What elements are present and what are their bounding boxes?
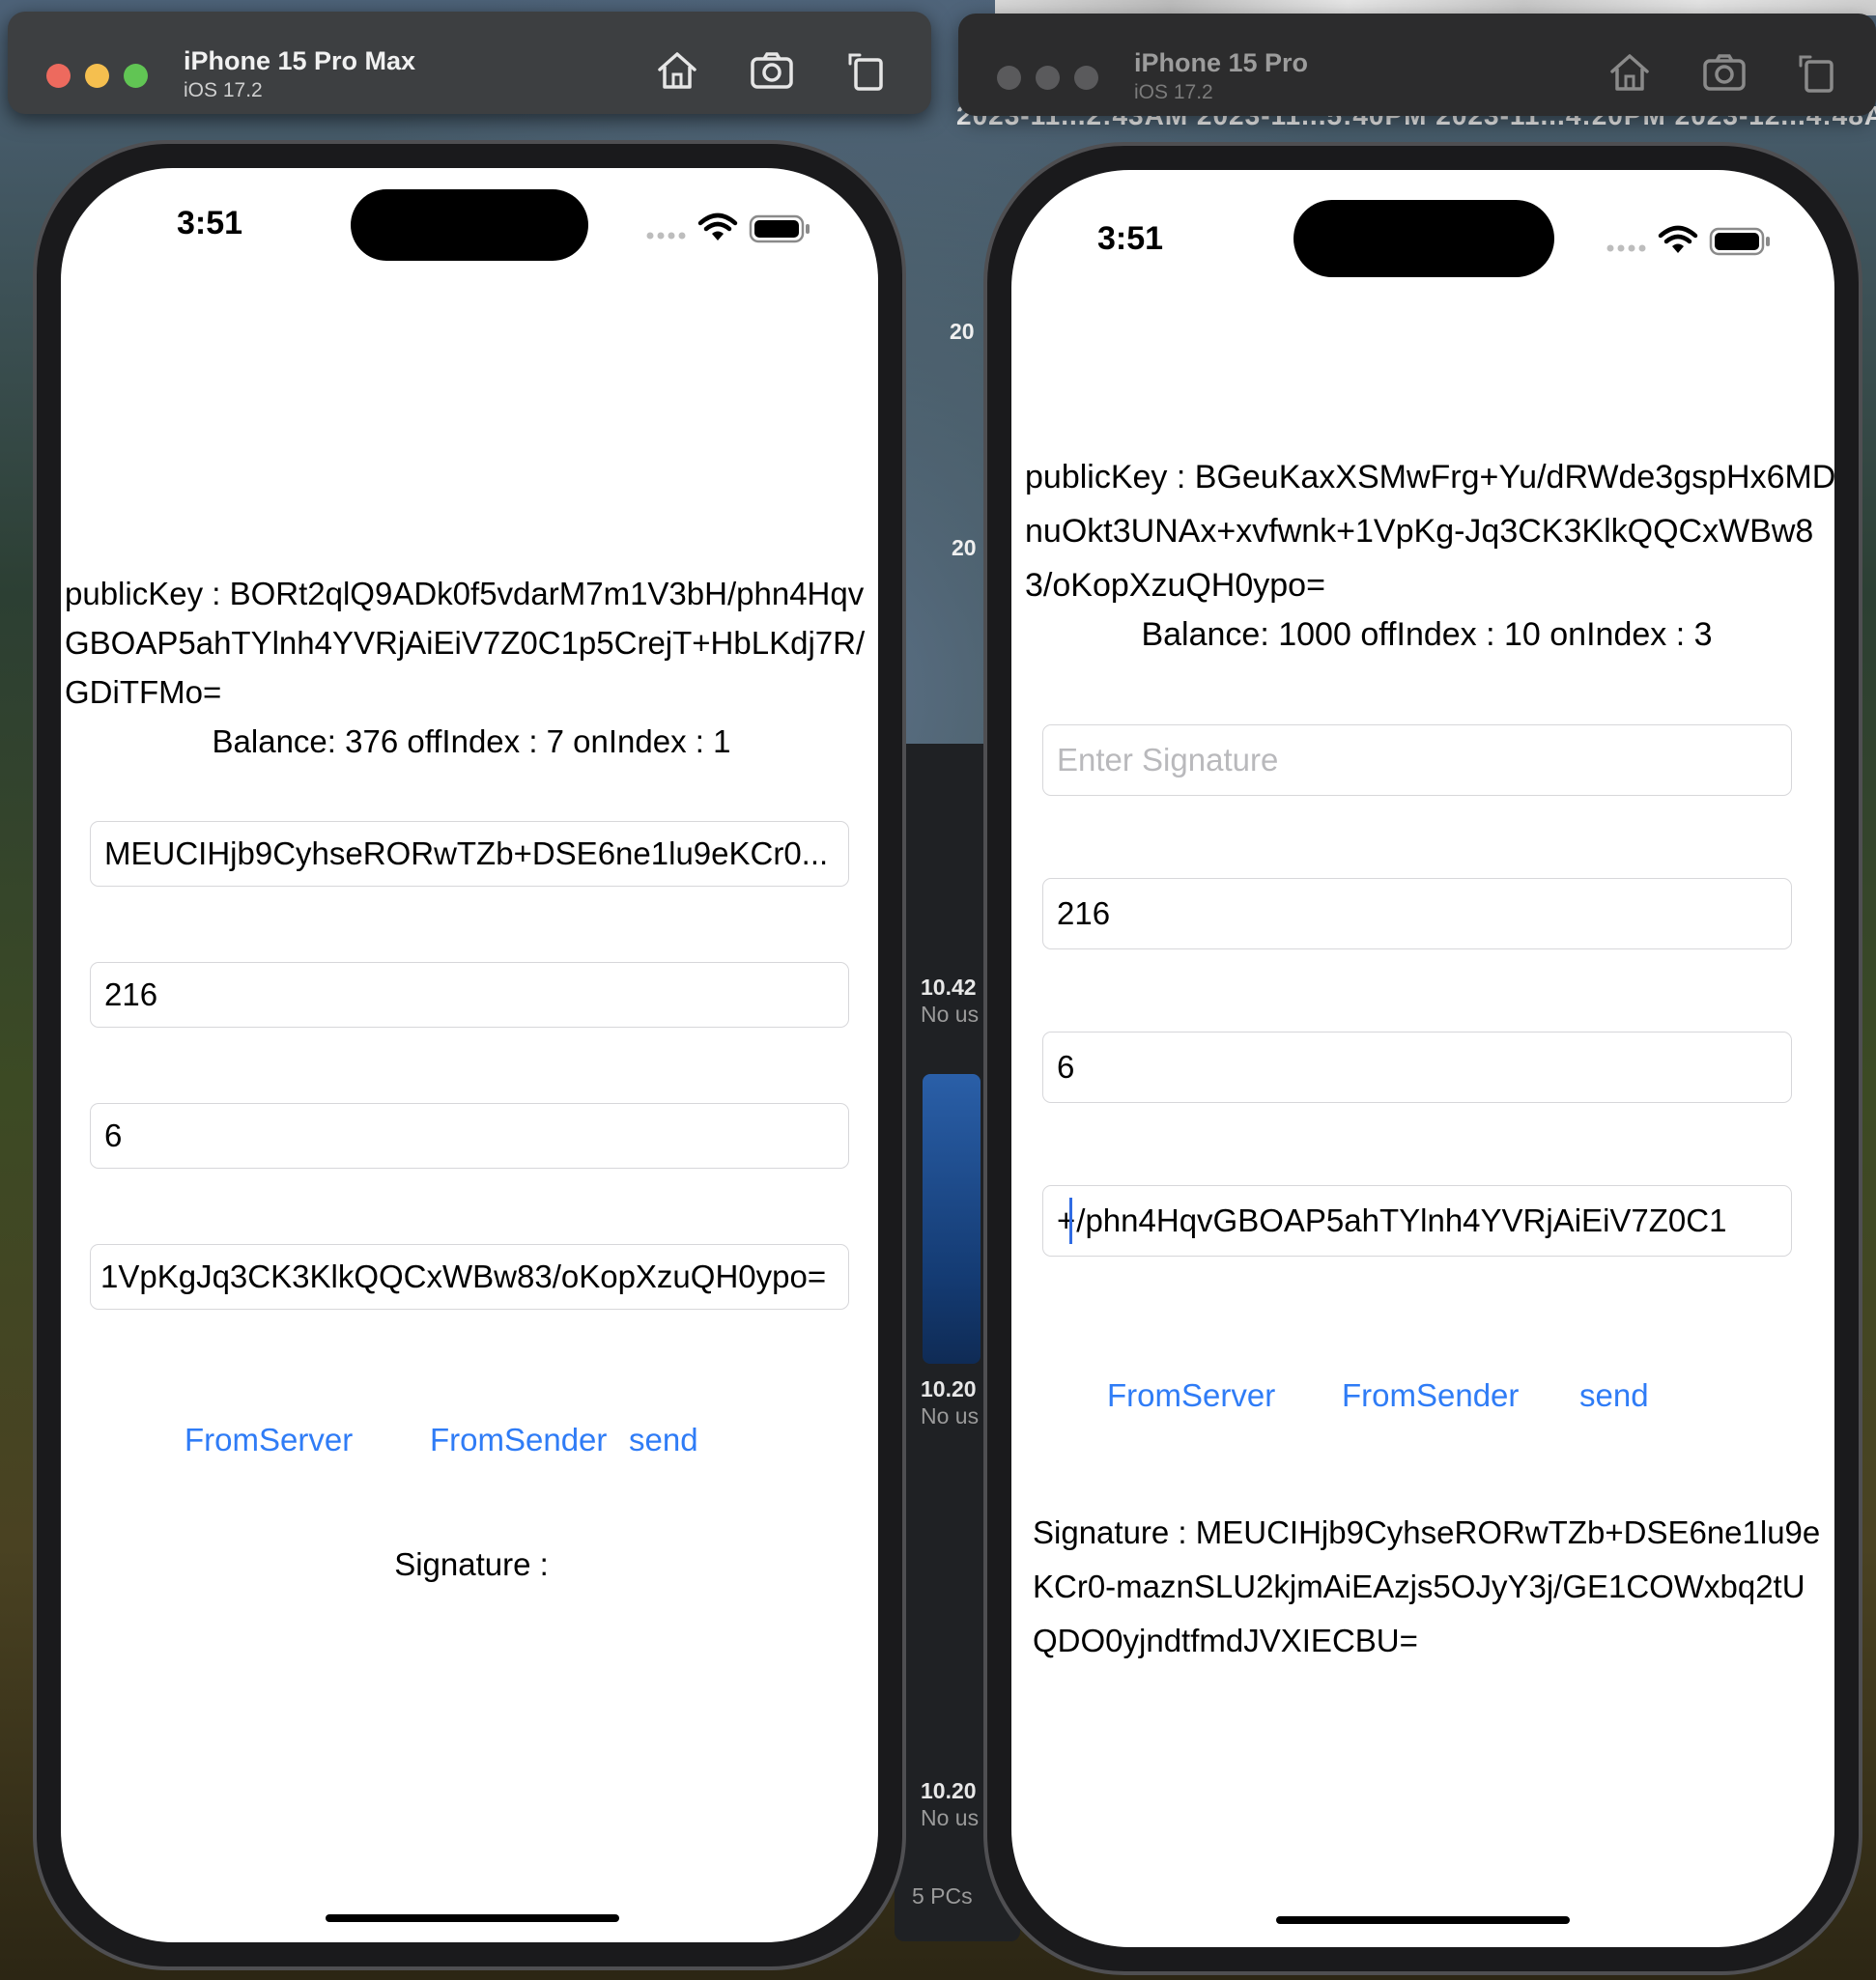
rotate-icon[interactable] <box>1795 52 1839 93</box>
receiver-key-input[interactable]: +/phn4HqvGBOAP5ahTYlnh4YVRjAiEiV7Z0C1 <box>1042 1185 1792 1257</box>
app-screen: 3:51 publicKey : BORt2qlQ9ADk0f5vdarM7m1… <box>61 168 878 1942</box>
screenshot-icon[interactable] <box>750 50 794 91</box>
from-server-button[interactable]: FromServer <box>1107 1377 1275 1414</box>
device-name: iPhone 15 Pro <box>1134 48 1309 77</box>
minimize-window-button[interactable] <box>85 64 109 88</box>
screenshot-icon[interactable] <box>1702 52 1747 93</box>
receiver-key-value: /phn4HqvGBOAP5ahTYlnh4YVRjAiEiV7Z0C1 <box>1076 1202 1727 1238</box>
dynamic-island <box>1293 200 1554 277</box>
home-indicator[interactable] <box>1276 1916 1570 1924</box>
amount-input[interactable]: 216 <box>1042 878 1792 949</box>
signature-input[interactable]: Enter Signature <box>1042 724 1792 796</box>
status-time: 3:51 <box>177 205 243 241</box>
home-icon[interactable] <box>655 50 699 91</box>
battery-icon <box>1709 227 1770 256</box>
zoom-window-button[interactable] <box>1074 66 1098 90</box>
close-window-button[interactable] <box>46 64 71 88</box>
index-input[interactable]: 6 <box>90 1103 849 1169</box>
amount-input[interactable]: 216 <box>90 962 849 1028</box>
os-version: iOS 17.2 <box>1134 81 1213 103</box>
cellular-signal-icon <box>646 232 686 240</box>
text-caret <box>1069 1198 1073 1244</box>
public-key-label: publicKey : BORt2qlQ9ADk0f5vdarM7m1V3bH/… <box>65 576 866 710</box>
balance-label: Balance: 376 offIndex : 7 onIndex : 1 <box>212 723 731 759</box>
public-key-label: publicKey : BGeuKaxXSMwFrg+Yu/dRWde3gspH… <box>1025 459 1834 604</box>
from-server-button[interactable]: FromServer <box>185 1422 353 1458</box>
close-window-button[interactable] <box>997 66 1021 90</box>
home-icon[interactable] <box>1607 52 1652 93</box>
iphone-15-pro-max-simulator: 3:51 publicKey : BORt2qlQ9ADk0f5vdarM7m1… <box>33 140 906 1970</box>
device-name: iPhone 15 Pro Max <box>184 46 416 75</box>
background-item: 10.42 No us <box>921 975 980 1027</box>
background-footer: 5 PCs <box>912 1883 973 1909</box>
background-item: 10.20 No us <box>921 1376 980 1428</box>
balance-label: Balance: 1000 offIndex : 10 onIndex : 3 <box>1141 616 1713 653</box>
signature-input[interactable]: MEUCIHjb9CyhseRORwTZb+DSE6ne1lu9eKCr0... <box>90 821 849 887</box>
battery-icon <box>749 214 810 243</box>
background-year-label: 20 <box>950 319 975 344</box>
simulator-titlebar[interactable]: iPhone 15 Pro iOS 17.2 <box>958 14 1876 116</box>
background-item: 10.20 No us <box>921 1778 980 1830</box>
wifi-icon <box>1658 225 1698 253</box>
rotate-icon[interactable] <box>844 50 889 91</box>
minimize-window-button[interactable] <box>1036 66 1060 90</box>
status-time: 3:51 <box>1097 220 1164 257</box>
simulator-titlebar[interactable]: iPhone 15 Pro Max iOS 17.2 <box>8 12 931 114</box>
receiver-key-input[interactable]: 1VpKgJq3CK3KlkQQCxWBw83/oKopXzuQH0ypo= <box>90 1244 849 1310</box>
index-input[interactable]: 6 <box>1042 1032 1792 1103</box>
zoom-window-button[interactable] <box>124 64 148 88</box>
from-sender-button[interactable]: FromSender <box>1342 1377 1519 1414</box>
signature-label: Signature : <box>394 1546 549 1582</box>
iphone-15-pro-simulator: 3:51 publicKey : BGeuKaxXSMwFrg+Yu/dRWde… <box>983 142 1862 1975</box>
status-icons <box>1601 223 1794 267</box>
os-version: iOS 17.2 <box>184 79 263 101</box>
background-thumbnail <box>923 1074 981 1364</box>
send-button[interactable]: send <box>1579 1377 1649 1414</box>
wifi-icon <box>697 212 738 240</box>
send-button[interactable]: send <box>629 1422 698 1458</box>
home-indicator[interactable] <box>326 1914 619 1922</box>
cellular-signal-icon <box>1606 244 1646 252</box>
from-sender-button[interactable]: FromSender <box>430 1422 607 1458</box>
background-year-label: 20 <box>952 535 977 560</box>
app-screen: 3:51 publicKey : BGeuKaxXSMwFrg+Yu/dRWde… <box>1011 170 1834 1947</box>
receiver-key-prefix: + <box>1057 1202 1076 1238</box>
status-icons <box>640 211 834 254</box>
dynamic-island <box>351 189 588 261</box>
signature-label: Signature : MEUCIHjb9CyhseRORwTZb+DSE6ne… <box>1033 1514 1821 1658</box>
